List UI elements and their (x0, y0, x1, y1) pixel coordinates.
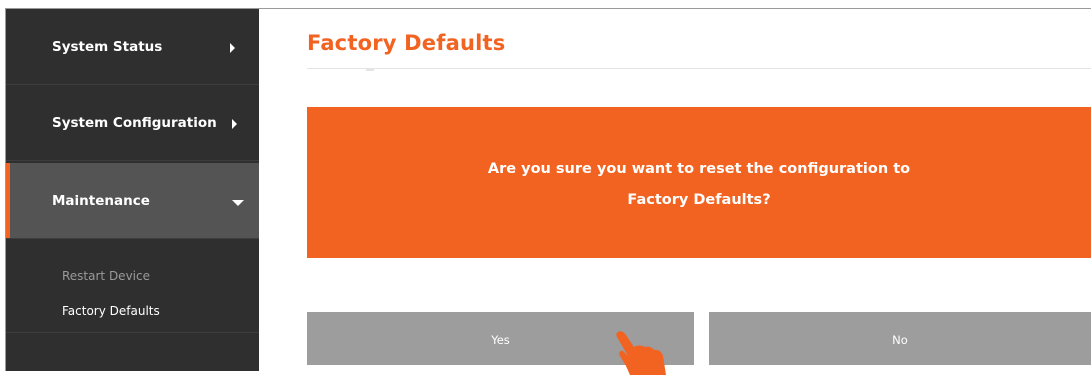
maintenance-submenu: Restart Device Factory Defaults (6, 239, 259, 333)
active-indicator (6, 163, 10, 238)
sidebar-item-label: Maintenance (52, 193, 150, 209)
divider-notch (366, 69, 374, 71)
sidebar-item-system-configuration[interactable]: System Configuration (6, 85, 259, 161)
no-button[interactable]: No (709, 312, 1091, 365)
confirmation-banner: Are you sure you want to reset the confi… (307, 107, 1091, 258)
hand-pointer-icon (616, 331, 666, 375)
sidebar: System Status System Configuration Maint… (6, 9, 259, 371)
confirmation-message-line2: Factory Defaults? (627, 192, 771, 208)
triangle-right-icon (232, 119, 237, 129)
title-divider (307, 68, 1091, 69)
sidebar-item-maintenance[interactable]: Maintenance (6, 163, 259, 239)
sidebar-item-label: System Status (52, 39, 163, 55)
triangle-right-icon (230, 43, 235, 53)
sidebar-item-label: System Configuration (52, 115, 217, 131)
triangle-down-icon (232, 200, 244, 206)
confirmation-message-line1: Are you sure you want to reset the confi… (487, 161, 911, 177)
sidebar-item-system-status[interactable]: System Status (6, 9, 259, 85)
submenu-item-factory-defaults[interactable]: Factory Defaults (62, 304, 160, 318)
page-title: Factory Defaults (307, 31, 506, 55)
submenu-item-restart-device[interactable]: Restart Device (62, 269, 150, 283)
